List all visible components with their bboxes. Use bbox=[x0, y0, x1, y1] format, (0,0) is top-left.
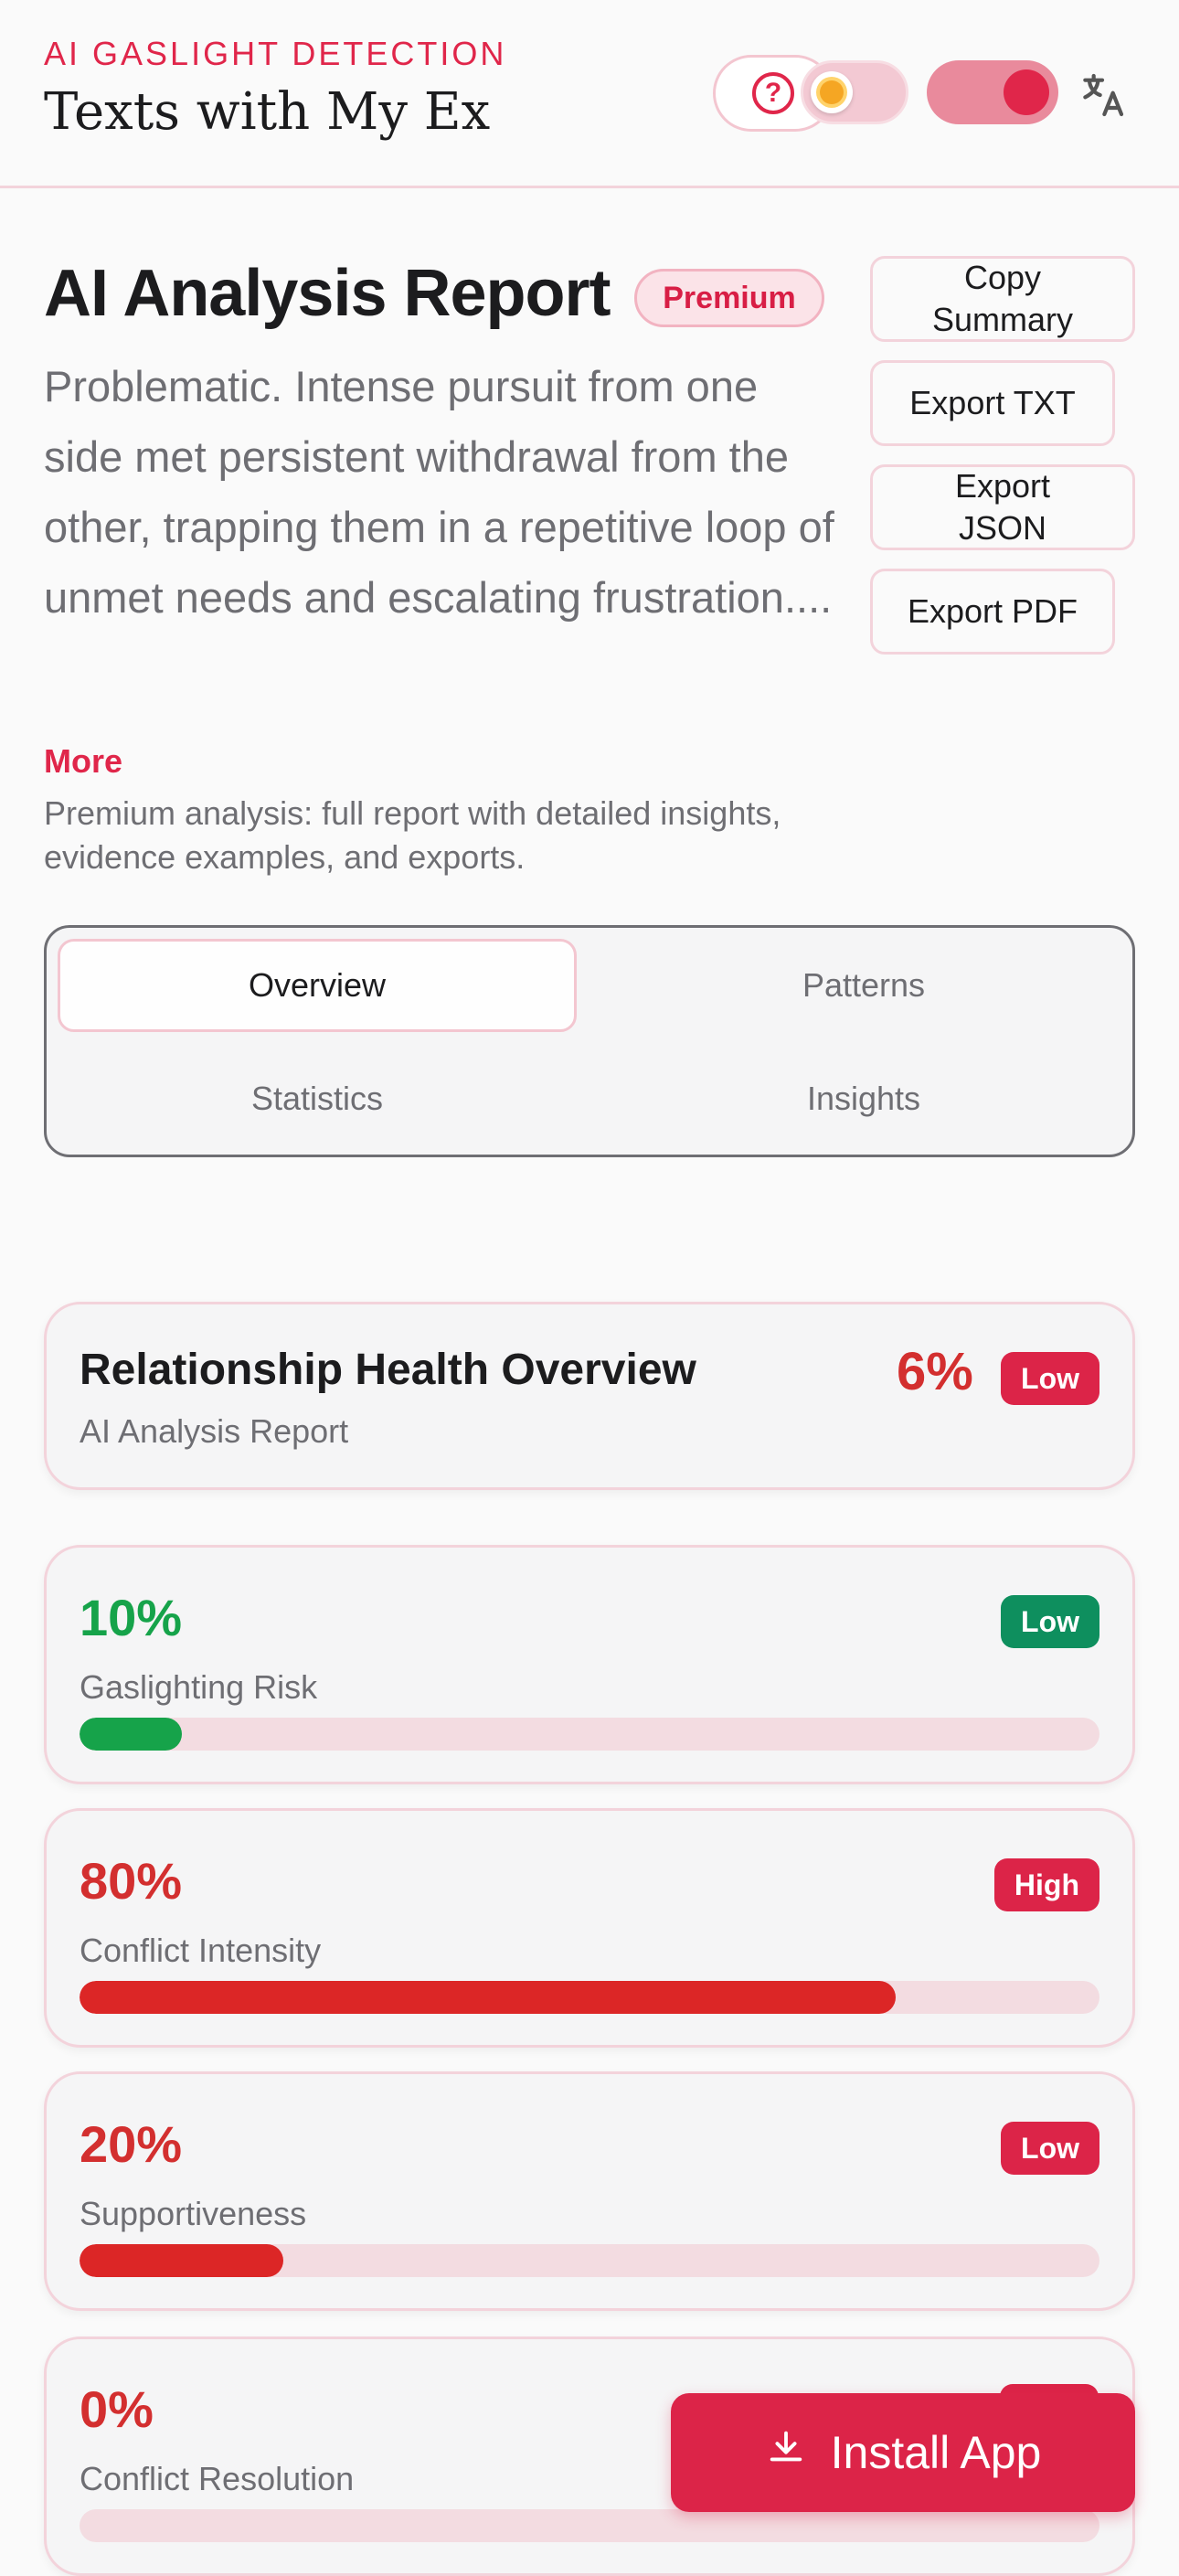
report-summary: Problematic. Intense pursuit from one si… bbox=[44, 362, 834, 622]
metric-progress-track bbox=[80, 2244, 1099, 2277]
mode-toggle-knob bbox=[1004, 69, 1049, 115]
export-txt-button[interactable]: Export TXT bbox=[870, 360, 1115, 446]
question-circle-icon: ? bbox=[752, 72, 794, 114]
health-overview-card: Relationship Health Overview AI Analysis… bbox=[44, 1302, 1135, 1490]
translate-icon[interactable] bbox=[1077, 69, 1128, 121]
install-app-label: Install App bbox=[830, 2427, 1042, 2478]
tab-patterns[interactable]: Patterns bbox=[604, 939, 1123, 1032]
report-tabs: Overview Patterns Statistics Insights bbox=[44, 925, 1135, 1157]
metric-card-supportiveness: 20% Low Supportiveness bbox=[44, 2071, 1135, 2311]
theme-toggle[interactable] bbox=[801, 60, 908, 124]
copy-summary-button[interactable]: Copy Summary bbox=[870, 256, 1135, 342]
metric-progress-track bbox=[80, 2509, 1099, 2542]
download-icon bbox=[765, 2426, 807, 2479]
metric-level-badge: High bbox=[993, 1858, 1099, 1911]
tab-insights[interactable]: Insights bbox=[604, 1052, 1123, 1145]
metric-level-badge: Low bbox=[1001, 1595, 1099, 1648]
app-eyebrow: AI GASLIGHT DETECTION bbox=[44, 35, 507, 72]
metric-value: 10% bbox=[80, 1589, 183, 1646]
metric-card-gaslighting: 10% Low Gaslighting Risk bbox=[44, 1545, 1135, 1784]
metric-card-conflict-intensity: 80% High Conflict Intensity bbox=[44, 1808, 1135, 2048]
premium-badge: Premium bbox=[634, 269, 824, 327]
metric-label: Conflict Intensity bbox=[80, 1932, 322, 1969]
metric-progress-track bbox=[80, 1718, 1099, 1751]
overview-level-badge: Low bbox=[1001, 1352, 1099, 1405]
sun-icon bbox=[820, 80, 844, 104]
premium-note: Premium analysis: full report with detai… bbox=[44, 794, 781, 876]
install-app-button[interactable]: Install App bbox=[671, 2393, 1135, 2512]
export-pdf-button[interactable]: Export PDF bbox=[870, 569, 1115, 655]
metric-label: Conflict Resolution bbox=[80, 2460, 355, 2497]
overview-subtitle: AI Analysis Report bbox=[80, 1412, 349, 1450]
more-link[interactable]: More bbox=[44, 742, 122, 781]
metric-progress-fill bbox=[80, 1718, 182, 1751]
theme-toggle-knob bbox=[811, 71, 853, 113]
metric-value: 20% bbox=[80, 2115, 183, 2173]
overview-title: Relationship Health Overview bbox=[80, 1346, 696, 1394]
export-json-button[interactable]: Export JSON bbox=[870, 464, 1135, 550]
mode-toggle[interactable] bbox=[927, 60, 1058, 124]
metric-level-badge: Low bbox=[1001, 2122, 1099, 2175]
metric-progress-track bbox=[80, 1981, 1099, 2014]
metric-label: Gaslighting Risk bbox=[80, 1668, 318, 1706]
metric-label: Supportiveness bbox=[80, 2195, 307, 2232]
metric-value: 0% bbox=[80, 2380, 154, 2438]
tab-overview[interactable]: Overview bbox=[58, 939, 577, 1032]
overview-score: 6% bbox=[897, 1342, 973, 1401]
app-header: AI GASLIGHT DETECTION Texts with My Ex ? bbox=[0, 0, 1179, 188]
metric-progress-fill bbox=[80, 1981, 896, 2014]
metric-value: 80% bbox=[80, 1852, 183, 1910]
metric-progress-fill bbox=[80, 2244, 284, 2277]
report-title: AI Analysis Report bbox=[44, 257, 611, 330]
conversation-title: Texts with My Ex bbox=[44, 82, 491, 142]
tab-statistics[interactable]: Statistics bbox=[58, 1052, 577, 1145]
